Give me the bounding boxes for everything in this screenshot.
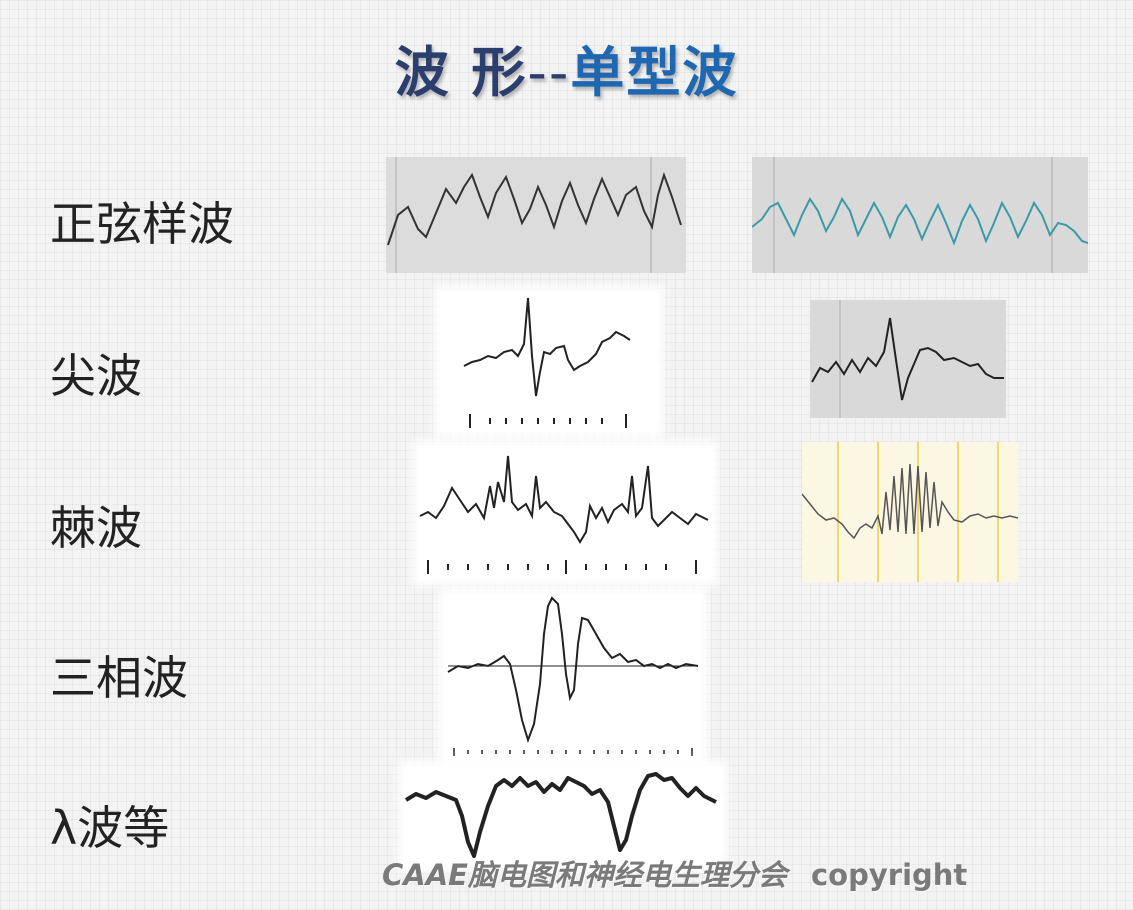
sharp-wave-trace-1	[440, 292, 658, 432]
label-sinusoidal: 正弦样波	[50, 197, 234, 251]
label-spike: 棘波	[50, 501, 142, 555]
label-lambda: λ波等	[50, 801, 170, 855]
title-separator: --	[527, 41, 571, 104]
footer-org: CAAE脑电图和神经电生理分会	[382, 858, 787, 892]
footer-copyright: copyright	[810, 858, 968, 892]
triphasic-wave-trace	[444, 594, 702, 760]
spike-wave-trace-2	[802, 442, 1018, 582]
label-triphasic: 三相波	[50, 651, 188, 705]
title-part2: 单型波	[570, 41, 739, 104]
page-title: 波 形--单型波	[0, 28, 1133, 107]
sharp-wave-trace-2	[810, 300, 1006, 418]
title-part1: 波 形	[394, 41, 528, 104]
lambda-wave-trace	[404, 766, 722, 866]
sinusoidal-wave-trace-1	[386, 157, 686, 273]
spike-wave-trace-1	[418, 446, 712, 580]
label-sharp-wave: 尖波	[50, 349, 142, 403]
sinusoidal-wave-trace-2	[752, 157, 1088, 273]
footer-credit: CAAE脑电图和神经电生理分会 copyright	[382, 852, 967, 894]
